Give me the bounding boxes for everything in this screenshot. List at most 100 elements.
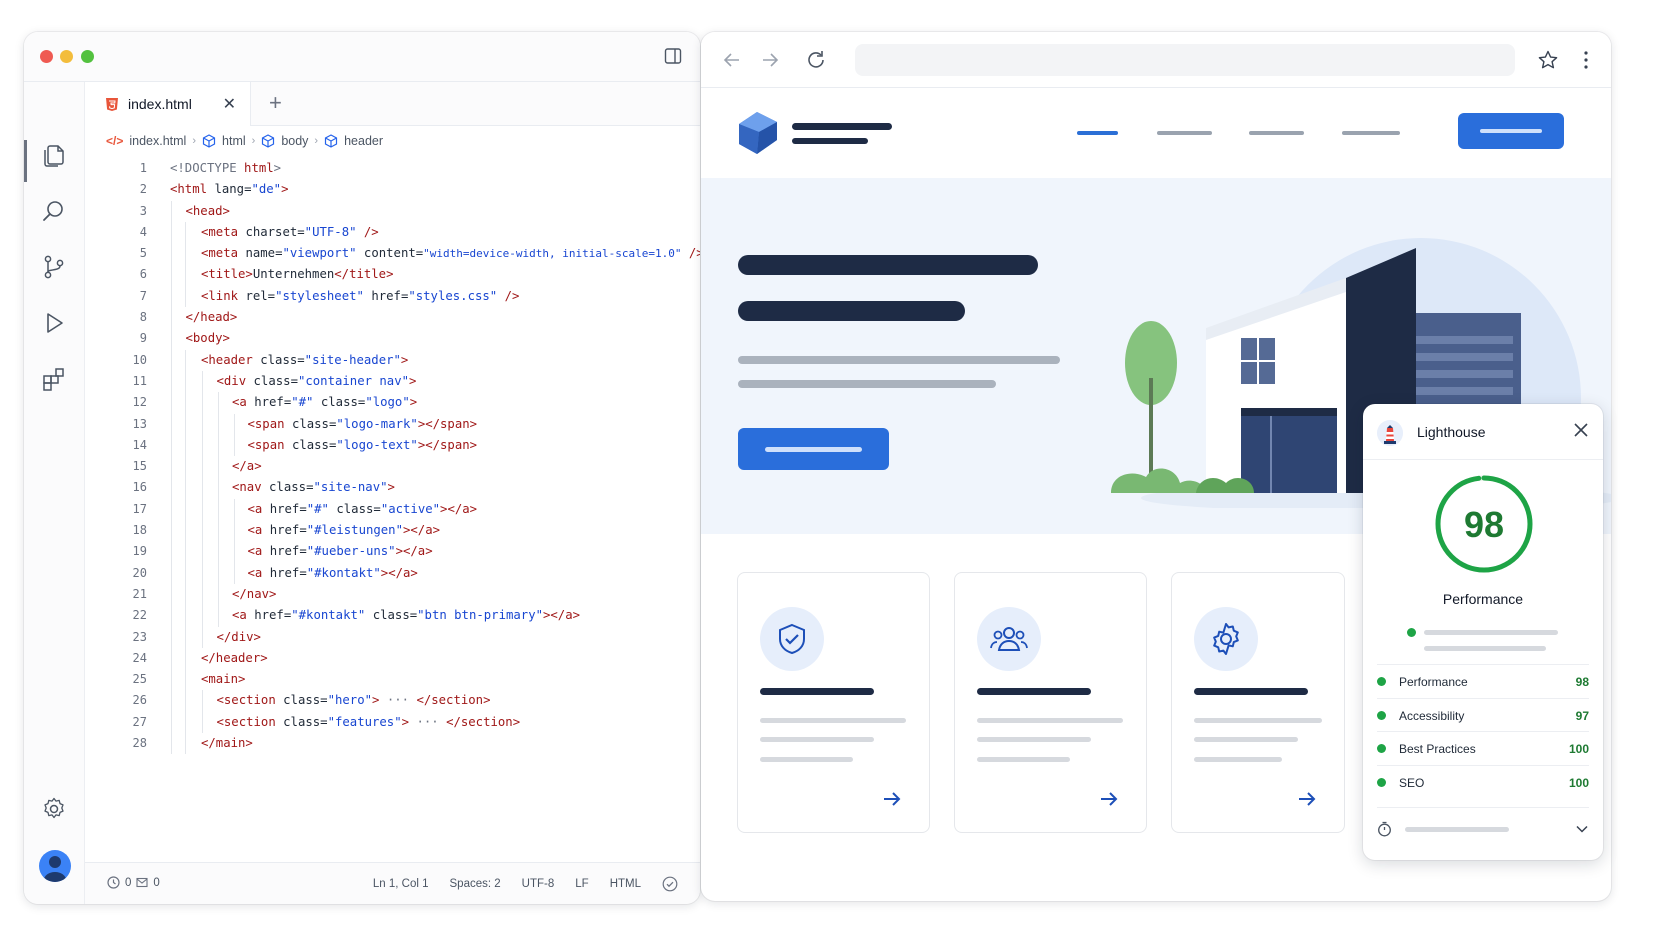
search-icon[interactable]: [39, 196, 69, 226]
indent-guide: [171, 711, 172, 734]
new-tab-plus-icon[interactable]: +: [269, 92, 282, 114]
extensions-icon[interactable]: [39, 364, 69, 394]
code-line[interactable]: 9 <body>: [85, 328, 700, 350]
code-line[interactable]: 18 <a href="#leistungen"></a>: [85, 520, 700, 542]
code-line[interactable]: 19 <a href="#ueber-uns"></a>: [85, 541, 700, 563]
maximize-window-button[interactable]: [81, 50, 94, 63]
indent-guide: [185, 669, 186, 691]
code-line[interactable]: 2 <html lang="de">: [85, 179, 700, 200]
source-control-icon[interactable]: [39, 252, 69, 282]
tab-index-html[interactable]: index.html ✕: [85, 82, 251, 126]
indent-guide: [185, 434, 186, 457]
code-area[interactable]: 1 <!DOCTYPE html> 2 <html lang="de"> 3 <head>…: [85, 158, 700, 755]
feature-card-security[interactable]: [737, 572, 930, 833]
category-score-row[interactable]: Performance 98: [1377, 664, 1589, 698]
minimize-window-button[interactable]: [60, 50, 73, 63]
category-score-row[interactable]: Best Practices 100: [1377, 731, 1589, 765]
problems-indicator[interactable]: 0 0: [107, 876, 160, 889]
code-line[interactable]: 14 <span class="logo-text"></span>: [85, 434, 700, 457]
arrow-right-icon[interactable]: [881, 788, 903, 810]
settings-gear-icon[interactable]: [39, 794, 69, 824]
code-line[interactable]: 23 </div>: [85, 626, 700, 648]
indent-guide: [185, 477, 186, 499]
account-avatar[interactable]: [39, 850, 71, 882]
close-tab-icon[interactable]: ✕: [223, 94, 236, 114]
code-line[interactable]: 8 </head>: [85, 307, 700, 329]
code-line[interactable]: 24 </header>: [85, 647, 700, 670]
reload-icon[interactable]: [805, 49, 827, 71]
explorer-icon[interactable]: [39, 140, 69, 170]
code-line[interactable]: 22 <a href="#kontakt" class="btn btn-prim…: [85, 605, 700, 627]
card-text-placeholder: [760, 757, 853, 762]
code-line[interactable]: 27 <section class="features"> ··· </secti…: [85, 711, 700, 734]
close-window-button[interactable]: [40, 50, 53, 63]
bookmark-star-icon[interactable]: [1537, 49, 1559, 71]
category-score-row[interactable]: Accessibility 97: [1377, 697, 1589, 732]
breadcrumb-file[interactable]: index.html: [129, 134, 186, 148]
hero-text-placeholder: [738, 380, 996, 388]
feature-card-team[interactable]: [954, 572, 1147, 833]
close-icon[interactable]: [1573, 422, 1589, 438]
code-line[interactable]: 13 <span class="logo-mark"></span>: [85, 413, 700, 435]
code-line[interactable]: 10 <header class="site-header">: [85, 349, 700, 371]
indentation[interactable]: Spaces: 2: [450, 878, 501, 890]
code-line[interactable]: 1 <!DOCTYPE html>: [85, 158, 700, 179]
indent-guide: [185, 562, 186, 584]
code-line[interactable]: 26 <section class="hero"> ··· </section>: [85, 690, 700, 712]
code-line[interactable]: 6 <title>Unternehmen</title>: [85, 264, 700, 286]
breadcrumb-body[interactable]: body: [281, 134, 308, 148]
line-number: 14: [132, 437, 147, 452]
code-brackets-icon: </>: [106, 134, 124, 148]
address-bar[interactable]: [855, 44, 1515, 76]
header-cta-button[interactable]: [1458, 113, 1564, 149]
code-line[interactable]: 3 <head>: [85, 200, 700, 222]
forward-arrow-icon[interactable]: [759, 49, 781, 71]
run-debug-icon[interactable]: [39, 308, 69, 338]
indent-guide: [171, 669, 172, 691]
active-indicator: [24, 140, 27, 182]
card-title-placeholder: [760, 688, 874, 695]
nav-link[interactable]: [1157, 131, 1212, 135]
code-line[interactable]: 16 <nav class="site-nav">: [85, 477, 700, 499]
line-number: 11: [132, 373, 147, 388]
line-number: 3: [139, 203, 147, 218]
nav-link-active[interactable]: [1077, 131, 1118, 135]
indent-guide: [171, 498, 172, 521]
nav-link[interactable]: [1249, 131, 1304, 135]
check-circle-icon[interactable]: [662, 876, 678, 892]
hero-cta-button[interactable]: [738, 428, 889, 470]
chevron-down-icon[interactable]: [1575, 822, 1589, 836]
category-score-row[interactable]: SEO 100: [1377, 764, 1589, 799]
code-line[interactable]: 25 <main>: [85, 669, 700, 691]
breadcrumb-header[interactable]: header: [344, 134, 383, 148]
line-number: 25: [132, 672, 147, 687]
feature-card-settings[interactable]: [1171, 572, 1345, 833]
code-content: <!DOCTYPE html>: [170, 161, 282, 175]
footer-placeholder: [1405, 827, 1509, 832]
breadcrumb-html[interactable]: html: [222, 134, 246, 148]
indent-guide: [202, 498, 203, 521]
code-line[interactable]: 5 <meta name="viewport" content="width=de…: [85, 243, 700, 265]
cursor-position[interactable]: Ln 1, Col 1: [373, 878, 429, 890]
toggle-panel-icon[interactable]: [664, 47, 682, 65]
code-line[interactable]: 20 <a href="#kontakt"></a>: [85, 562, 700, 584]
encoding[interactable]: UTF-8: [522, 878, 555, 890]
code-line[interactable]: 4 <meta charset="UTF-8" />: [85, 221, 700, 244]
code-line[interactable]: 11 <div class="container nav">: [85, 370, 700, 393]
back-arrow-icon[interactable]: [721, 49, 743, 71]
code-line[interactable]: 7 <link rel="stylesheet" href="styles.css…: [85, 285, 700, 308]
code-line[interactable]: 12 <a href="#" class="logo">: [85, 392, 700, 414]
code-line[interactable]: 28 </main>: [85, 733, 700, 755]
code-line[interactable]: 21 </nav>: [85, 583, 700, 606]
code-line[interactable]: 15 </a>: [85, 456, 700, 478]
language-mode[interactable]: HTML: [610, 878, 641, 890]
indent-guide: [185, 626, 186, 648]
logo-mark[interactable]: [737, 110, 781, 156]
arrow-right-icon[interactable]: [1296, 788, 1318, 810]
arrow-right-icon[interactable]: [1098, 788, 1120, 810]
line-number: 17: [132, 501, 147, 516]
code-line[interactable]: 17 <a href="#" class="active"></a>: [85, 498, 700, 521]
nav-link[interactable]: [1342, 131, 1400, 135]
line-ending[interactable]: LF: [575, 878, 588, 890]
more-menu-icon[interactable]: [1575, 49, 1597, 71]
